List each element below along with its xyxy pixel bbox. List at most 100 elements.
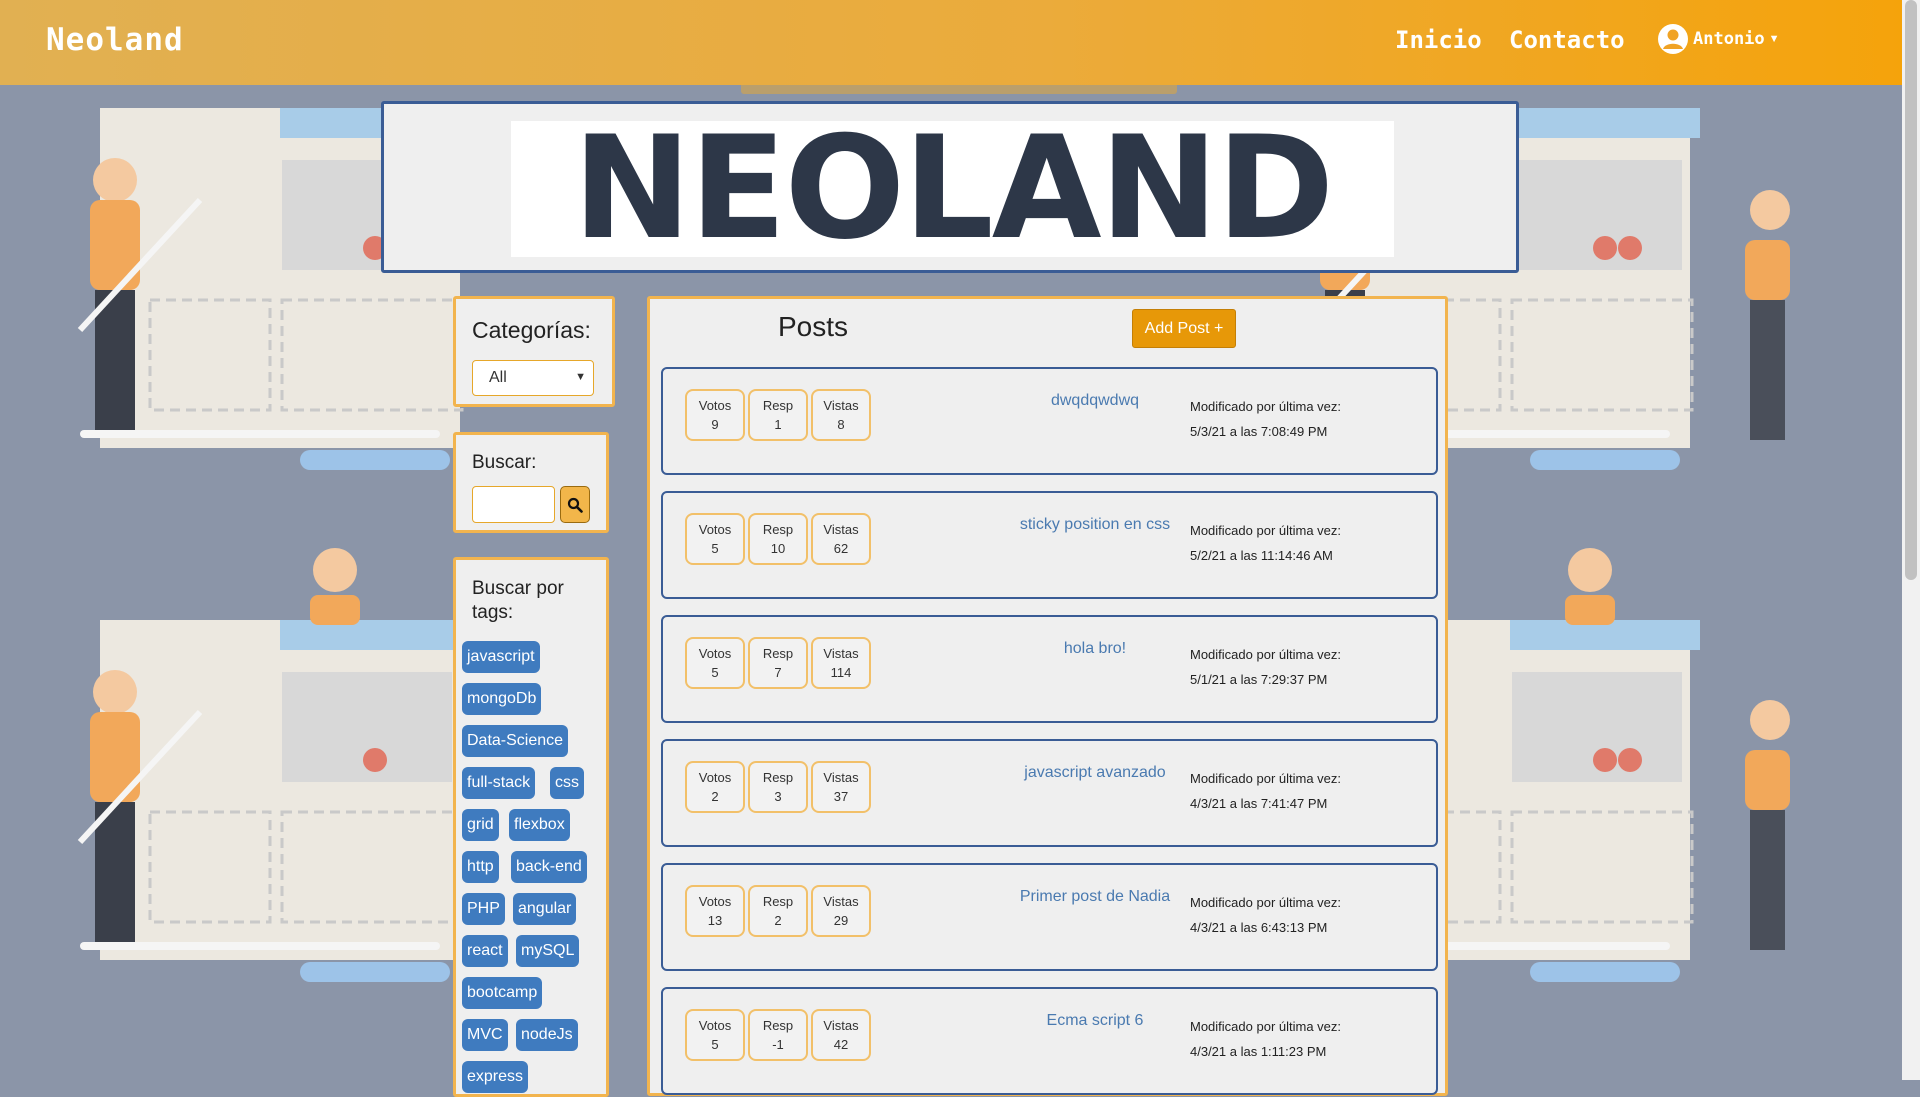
post-date: 4/3/21 a las 1:11:23 PM [1190,1044,1327,1059]
tag-css[interactable]: css [550,767,584,799]
tag-php[interactable]: PHP [462,893,505,925]
user-menu[interactable]: Antonio ▼ [1657,23,1780,55]
replies-value: 2 [774,913,782,928]
modified-label: Modificado por última vez: [1190,647,1342,662]
votes-value: 2 [711,789,719,804]
views-label: Vistas [823,646,859,661]
post-title-link[interactable]: dwqdqwdwq [980,392,1210,410]
votes-stat: Votos 13 [685,885,745,937]
votes-value: 5 [711,541,719,556]
post-card[interactable]: Votos 5 Resp 7 Vistas 114 hola bro! Modific… [661,615,1438,723]
search-title: Buscar: [472,452,537,473]
post-date: 4/3/21 a las 6:43:13 PM [1190,920,1328,935]
post-meta: Modificado por última vez: 5/1/21 a las 7… [1190,642,1341,692]
replies-stat: Resp 7 [748,637,808,689]
add-post-button[interactable]: Add Post + [1132,309,1236,348]
tag-react[interactable]: react [462,935,508,967]
post-title-link[interactable]: Ecma script 6 [980,1012,1210,1030]
votes-label: Votos [698,398,732,413]
tag-nodejs[interactable]: nodeJs [516,1019,578,1051]
post-title-link[interactable]: javascript avanzado [980,764,1210,782]
views-label: Vistas [823,522,859,537]
views-value: 37 [833,789,849,804]
tag-mvc[interactable]: MVC [462,1019,508,1051]
votes-stat: Votos 5 [685,637,745,689]
modified-label: Modificado por última vez: [1190,1019,1342,1034]
views-label: Vistas [823,1018,859,1033]
modified-label: Modificado por última vez: [1190,523,1342,538]
tag-bootcamp[interactable]: bootcamp [462,977,543,1009]
tag-mysql[interactable]: mySQL [516,935,580,967]
views-stat: Vistas 37 [811,761,871,813]
tag-express[interactable]: express [462,1061,529,1093]
views-label: Vistas [823,770,859,785]
post-card[interactable]: Votos 5 Resp -1 Vistas 42 Ecma script 6 Mod… [661,987,1438,1095]
nav-link-inicio[interactable]: Inicio [1395,26,1482,54]
post-title-link[interactable]: hola bro! [980,640,1210,658]
tags-title: Buscar por tags: [472,578,564,623]
post-meta: Modificado por última vez: 5/2/21 a las 1… [1190,518,1341,568]
votes-value: 5 [711,1037,719,1052]
views-stat: Vistas 114 [811,637,871,689]
post-meta: Modificado por última vez: 4/3/21 a las 1… [1190,1014,1341,1064]
post-title-link[interactable]: sticky position en css [980,516,1210,534]
post-card[interactable]: Votos 2 Resp 3 Vistas 37 javascript avanzad… [661,739,1438,847]
categories-panel: Categorías: All ▼ [453,296,615,407]
post-meta: Modificado por última vez: 4/3/21 a las 6… [1190,890,1341,940]
scrollbar-thumb[interactable] [1905,0,1917,580]
views-value: 62 [833,541,849,556]
votes-label: Votos [698,1018,732,1033]
post-card[interactable]: Votos 13 Resp 2 Vistas 29 Primer post de Na… [661,863,1438,971]
votes-stat: Votos 2 [685,761,745,813]
post-date: 5/3/21 a las 7:08:49 PM [1190,424,1328,439]
votes-label: Votos [698,770,732,785]
category-select[interactable]: All ▼ [472,360,594,396]
replies-label: Resp [762,770,794,785]
views-label: Vistas [823,398,859,413]
search-panel: Buscar: [453,432,609,533]
page-scrollbar[interactable] [1902,0,1920,1080]
chevron-down-icon: ▼ [1768,33,1780,45]
post-meta: Modificado por última vez: 5/3/21 a las 7… [1190,394,1341,444]
replies-stat: Resp 2 [748,885,808,937]
views-value: 29 [833,913,849,928]
modified-label: Modificado por última vez: [1190,399,1342,414]
search-icon [567,497,583,513]
tag-full-stack[interactable]: full-stack [462,767,536,799]
brand-logo[interactable]: Neoland [46,22,184,58]
tag-flexbox[interactable]: flexbox [509,809,570,841]
user-avatar-icon [1658,24,1688,54]
votes-label: Votos [698,646,732,661]
nav-link-contacto[interactable]: Contacto [1509,26,1625,54]
modified-label: Modificado por última vez: [1190,895,1342,910]
chevron-down-icon: ▼ [575,371,586,383]
views-value: 42 [833,1037,849,1052]
tag-grid[interactable]: grid [462,809,499,841]
views-stat: Vistas 42 [811,1009,871,1061]
tag-back-end[interactable]: back-end [511,851,587,883]
post-title-link[interactable]: Primer post de Nadia [980,888,1210,906]
search-input[interactable] [472,486,555,523]
tag-angular[interactable]: angular [513,893,577,925]
search-button[interactable] [560,486,590,523]
replies-stat: Resp -1 [748,1009,808,1061]
tag-javascript[interactable]: javascript [462,641,540,673]
posts-panel: Posts Add Post + Votos 9 Resp 1 Vistas 8 dw… [647,296,1448,1096]
replies-label: Resp [762,894,794,909]
replies-value: 1 [774,417,782,432]
replies-label: Resp [762,398,794,413]
tags-panel: Buscar por tags: javascript mongoDb Data… [453,557,609,1097]
views-stat: Vistas 62 [811,513,871,565]
replies-value: 7 [774,665,782,680]
replies-stat: Resp 1 [748,389,808,441]
post-card[interactable]: Votos 5 Resp 10 Vistas 62 sticky position e… [661,491,1438,599]
modified-label: Modificado por última vez: [1190,771,1342,786]
user-name: Antonio [1693,29,1765,49]
post-card[interactable]: Votos 9 Resp 1 Vistas 8 dwqdqwdwq Modificad… [661,367,1438,475]
tag-mongodb[interactable]: mongoDb [462,683,542,715]
category-selected-value: All [489,369,507,386]
views-value: 8 [837,417,845,432]
votes-value: 5 [711,665,719,680]
tag-data-science[interactable]: Data-Science [462,725,569,757]
tag-http[interactable]: http [462,851,499,883]
